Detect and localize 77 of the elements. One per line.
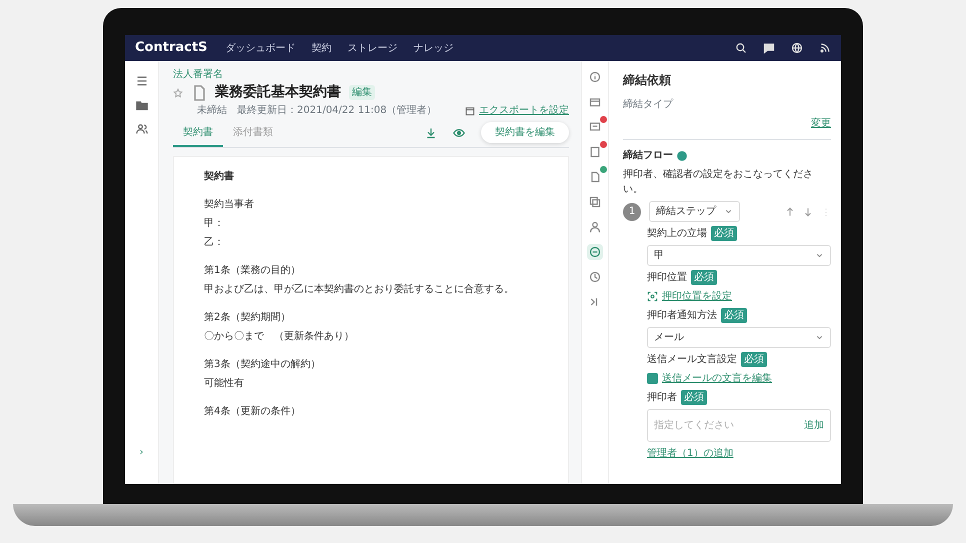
section-title: 締結フロー [623,148,673,163]
document-line: 乙： [204,236,225,250]
copy-icon[interactable] [589,196,601,208]
card-icon[interactable] [589,96,601,108]
required-tag: 必須 [681,390,707,405]
document-line: 可能性有 [204,376,245,391]
document-line: 第3条（契約途中の解約） [204,358,322,372]
document-heading: 契約書 [204,170,235,184]
feed-icon[interactable] [819,42,831,54]
chevron-down-icon[interactable] [724,207,733,216]
help-icon[interactable] [677,150,687,160]
document-icon[interactable] [191,84,207,100]
folder-icon[interactable] [136,99,148,111]
panel-title: 締結依頼 [623,72,672,89]
nav-link[interactable]: ナレッジ [413,40,454,56]
add-admin-link[interactable]: 管理者（1）の追加 [647,446,831,461]
signer-input[interactable]: 指定してください 追加 [647,409,831,442]
search-icon[interactable] [735,42,747,54]
field-label: 押印位置 [647,270,687,285]
add-link[interactable]: 追加 [804,418,824,433]
change-link[interactable]: 変更 [811,116,831,131]
nav-link[interactable]: ダッシュボード [225,40,296,56]
file-icon[interactable] [589,171,601,183]
document-meta: 未締結 最終更新日：2021/04/22 11:08（管理者） [197,104,437,118]
clock-icon[interactable] [589,271,601,283]
instruction-text: 押印者、確認者の設定をおこなってください。 [623,168,814,197]
field-label: 押印者通知方法 [647,308,717,323]
required-tag: 必須 [741,352,767,367]
document-line: 契約当事者 [204,198,255,212]
required-tag: 必須 [721,308,747,323]
star-icon[interactable] [173,88,183,98]
checkbox[interactable] [647,373,658,384]
document-line: 甲および乙は、甲が乙に本契約書のとおり委託することに合意する。 [204,282,515,297]
document-title: 業務委託基本契約書 [215,83,341,102]
export-link[interactable]: エクスポートを設定 [479,103,569,118]
nav-link[interactable]: ストレージ [347,40,398,56]
download-icon[interactable] [425,126,437,138]
step-dropdown[interactable]: 締結ステップ [649,201,740,222]
document-line: 〇から〇まで （更新条件あり） [204,330,355,344]
required-tag: 必須 [711,226,737,241]
status-tag: 編集 [349,85,375,100]
document-line: 甲： [204,217,225,231]
field-label: 送信メール文言設定 [647,352,737,367]
eye-icon[interactable] [453,126,465,138]
person-icon[interactable] [589,221,601,233]
arrow-down-icon[interactable] [803,206,813,216]
people-icon[interactable] [136,123,148,135]
globe-icon[interactable] [791,42,803,54]
chevron-down-icon[interactable] [815,333,824,342]
collapse-toggle[interactable]: › [140,445,144,460]
nav-link[interactable]: 契約 [311,40,332,56]
document-line: 第4条（更新の条件） [204,404,302,419]
edit-contract-button[interactable]: 契約書を編集 [481,122,569,143]
calendar-icon[interactable] [465,106,475,116]
breadcrumb-link[interactable]: 法人番署名 [173,67,569,82]
tab[interactable]: 契約書 [173,122,223,147]
target-icon[interactable] [647,291,658,302]
set-position-link[interactable]: 押印位置を設定 [662,289,732,304]
app-logo[interactable]: ContractS [135,38,208,58]
chevron-down-icon[interactable] [815,251,824,260]
tab[interactable]: 添付書類 [223,122,283,147]
field-label: 押印者 [647,390,677,405]
sign-icon[interactable] [589,246,601,258]
field-label: 契約上の立場 [647,226,707,241]
required-tag: 必須 [691,270,717,285]
chat-icon[interactable] [763,42,775,54]
document-line: 第1条（業務の目的） [204,264,302,278]
edit-mail-link[interactable]: 送信メールの文言を編集 [662,371,772,386]
info-icon[interactable] [589,71,601,83]
select-field[interactable]: メール [647,327,831,348]
document-line: 第2条（契約期間） [204,310,292,325]
field-label: 締結タイプ [623,98,674,112]
select-field[interactable]: 甲 [647,245,831,266]
step-number: 1 [623,202,641,220]
document-icon[interactable] [589,146,601,158]
list-icon[interactable] [136,75,148,87]
arrow-up-icon[interactable] [785,206,795,216]
